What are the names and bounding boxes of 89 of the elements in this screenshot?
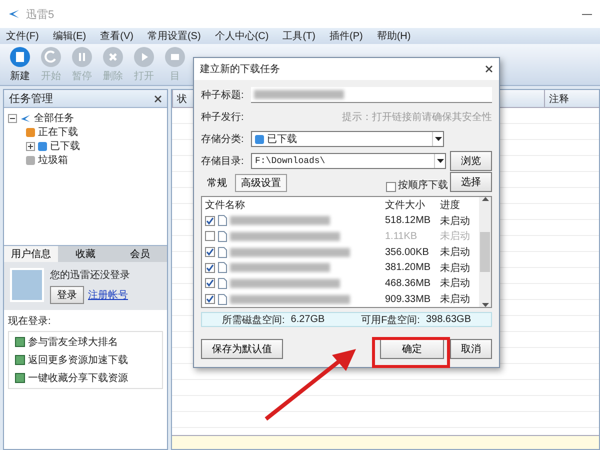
disk-needed-value: 6.27GB (290, 314, 325, 325)
file-status: 未启动 (440, 262, 471, 275)
hint-text: 提示：打开链接前请确保其安全性 (342, 110, 492, 124)
scroll-up-icon[interactable] (482, 197, 488, 201)
tab[interactable]: 会员 (112, 246, 167, 262)
column-header: 文件名称 (205, 198, 246, 212)
field-label: 存储目录: (201, 154, 245, 168)
expand-icon[interactable] (27, 142, 34, 150)
tab[interactable]: 用户信息 (4, 246, 58, 262)
file-size: 356.00KB (385, 246, 430, 258)
tree-item[interactable]: 正在下载 (38, 125, 78, 139)
caret-icon (434, 137, 442, 141)
directory-dropdown[interactable]: F:\Downloads\ (251, 153, 446, 169)
delete-icon (102, 46, 124, 68)
file-icon (218, 246, 227, 258)
menu-item[interactable]: 查看(V) (100, 29, 134, 43)
checkbox[interactable] (205, 294, 215, 304)
column-header: 注释 (544, 90, 599, 107)
close-icon[interactable] (154, 94, 162, 102)
checkbox-label: 按顺序下载 (398, 178, 448, 192)
dialog-title: 建立新的下载任务 (200, 62, 280, 76)
menu-item[interactable]: 编辑(E) (52, 29, 86, 43)
file-icon (218, 230, 227, 242)
toolbar-button[interactable]: 新建 (6, 46, 34, 83)
menu-item[interactable]: 工具(T) (282, 29, 316, 43)
file-icon (218, 294, 227, 305)
pause-icon (71, 46, 93, 68)
disk-free-label: 可用F盘空间: (361, 314, 420, 326)
panel-title: 任务管理 (9, 92, 53, 106)
section-title: 现在登录: (8, 315, 52, 328)
feature-link[interactable]: 参与雷友全球大排名 (28, 335, 118, 349)
file-status: 未启动 (440, 214, 471, 228)
file-size: 909.33MB (385, 294, 432, 305)
field-label: 种子发行: (201, 110, 245, 124)
play-icon (133, 46, 155, 68)
scrollbar[interactable] (479, 197, 491, 307)
file-size: 381.20MB (385, 262, 432, 274)
column-header: 文件大小 (385, 198, 426, 212)
start-icon (40, 46, 62, 68)
new-icon (9, 46, 31, 68)
file-icon (218, 262, 227, 274)
file-icon (218, 278, 227, 289)
app-logo-icon (8, 9, 20, 19)
category-dropdown[interactable]: 已下载 (251, 131, 444, 147)
tree-item[interactable]: 已下载 (50, 139, 80, 153)
save-default-button[interactable]: 保存为默认值 (201, 339, 283, 359)
feature-link[interactable]: 一键收藏分享下载资源 (28, 371, 128, 385)
login-button[interactable]: 登录 (50, 286, 84, 304)
checkbox[interactable] (205, 216, 215, 226)
login-message: 您的迅雷还没登录 (50, 268, 130, 282)
title-field[interactable] (251, 87, 492, 103)
tree-item[interactable]: 全部任务 (34, 111, 74, 125)
file-status: 未启动 (440, 292, 471, 306)
file-icon (218, 215, 227, 226)
disk-needed-label: 所需磁盘空间: (222, 314, 285, 326)
cancel-button[interactable]: 取消 (450, 339, 492, 359)
tree-item[interactable]: 垃圾箱 (38, 153, 68, 167)
feature-link[interactable]: 返回更多资源加速下载 (28, 353, 128, 367)
file-status: 未启动 (440, 276, 471, 290)
checkbox[interactable] (386, 182, 396, 192)
tab[interactable]: 收藏 (58, 246, 113, 262)
menu-item[interactable]: 常用设置(S) (147, 29, 201, 43)
window-title: 迅雷5 (26, 8, 54, 22)
menu-item[interactable]: 插件(P) (329, 29, 363, 43)
menu-item[interactable]: 个人中心(C) (214, 29, 269, 43)
checkbox[interactable] (205, 278, 215, 288)
tab[interactable]: 高级设置 (235, 174, 287, 192)
field-label: 种子标题: (201, 88, 245, 102)
file-size: 1.11KB (385, 230, 418, 242)
file-status: 未启动 (440, 246, 471, 260)
select-button[interactable]: 选择 (450, 172, 492, 192)
disk-free-value: 398.63GB (426, 314, 471, 325)
ok-button[interactable]: 确定 (380, 339, 444, 359)
menu-item[interactable]: 帮助(H) (376, 29, 411, 43)
checkbox[interactable] (205, 247, 215, 258)
column-header: 进度 (440, 198, 461, 212)
file-status: 未启动 (440, 230, 471, 244)
field-label: 存储分类: (201, 132, 245, 146)
caret-icon (436, 159, 444, 163)
avatar-placeholder (10, 268, 44, 302)
close-icon[interactable] (485, 65, 493, 73)
menu-item[interactable]: 文件(F) (6, 29, 39, 43)
checkbox[interactable] (205, 262, 215, 273)
file-size: 518.12MB (385, 215, 432, 226)
file-size: 468.36MB (385, 278, 432, 289)
checkbox[interactable] (205, 231, 215, 242)
register-link[interactable]: 注册帐号 (88, 288, 128, 302)
scroll-down-icon[interactable] (482, 303, 488, 307)
browse-button[interactable]: 浏览 (450, 151, 492, 171)
